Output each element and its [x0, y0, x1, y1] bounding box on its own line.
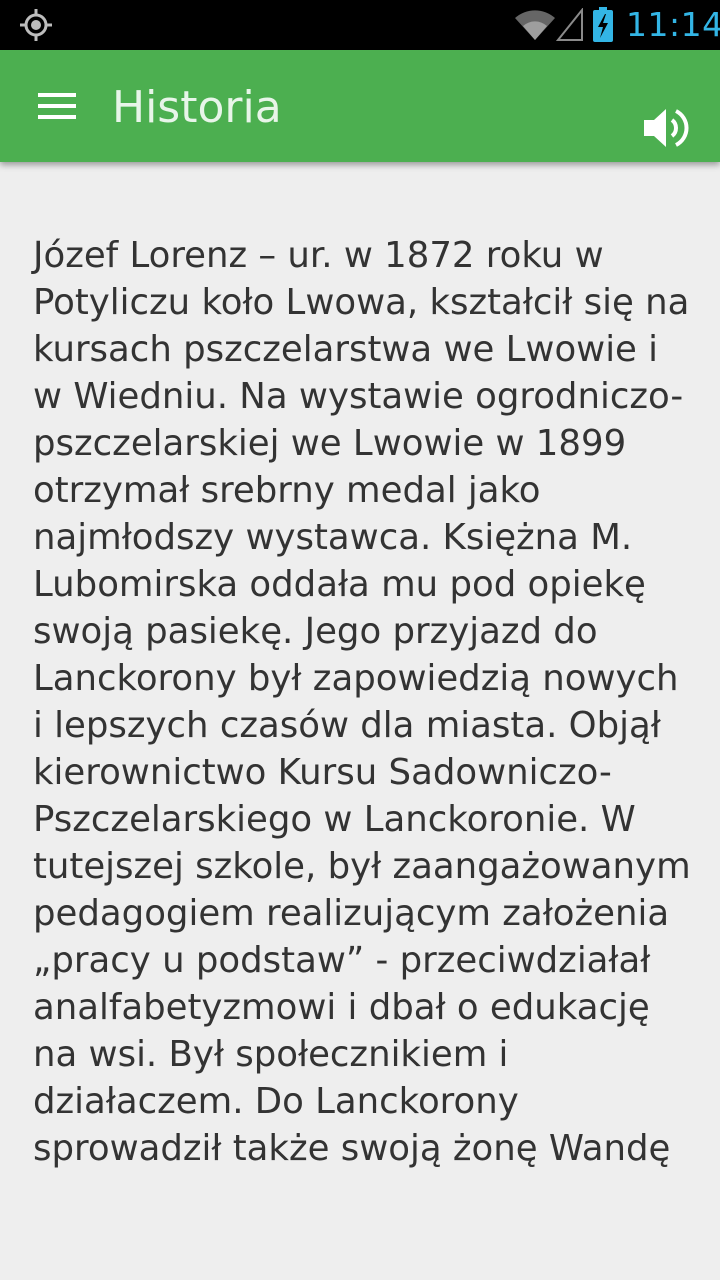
wifi-icon	[515, 10, 555, 40]
status-clock: 11:14	[626, 5, 720, 44]
article-text: Józef Lorenz – ur. w 1872 roku w Potylic…	[33, 235, 691, 1169]
toolbar-title: Historia	[112, 82, 282, 133]
app-toolbar: Historia	[0, 50, 720, 162]
menu-button[interactable]	[24, 82, 88, 130]
gps-icon	[20, 9, 52, 41]
battery-charging-icon	[593, 7, 613, 42]
volume-icon[interactable]	[636, 98, 696, 158]
status-bar: 11:14	[0, 0, 720, 50]
signal-icon	[556, 8, 583, 41]
